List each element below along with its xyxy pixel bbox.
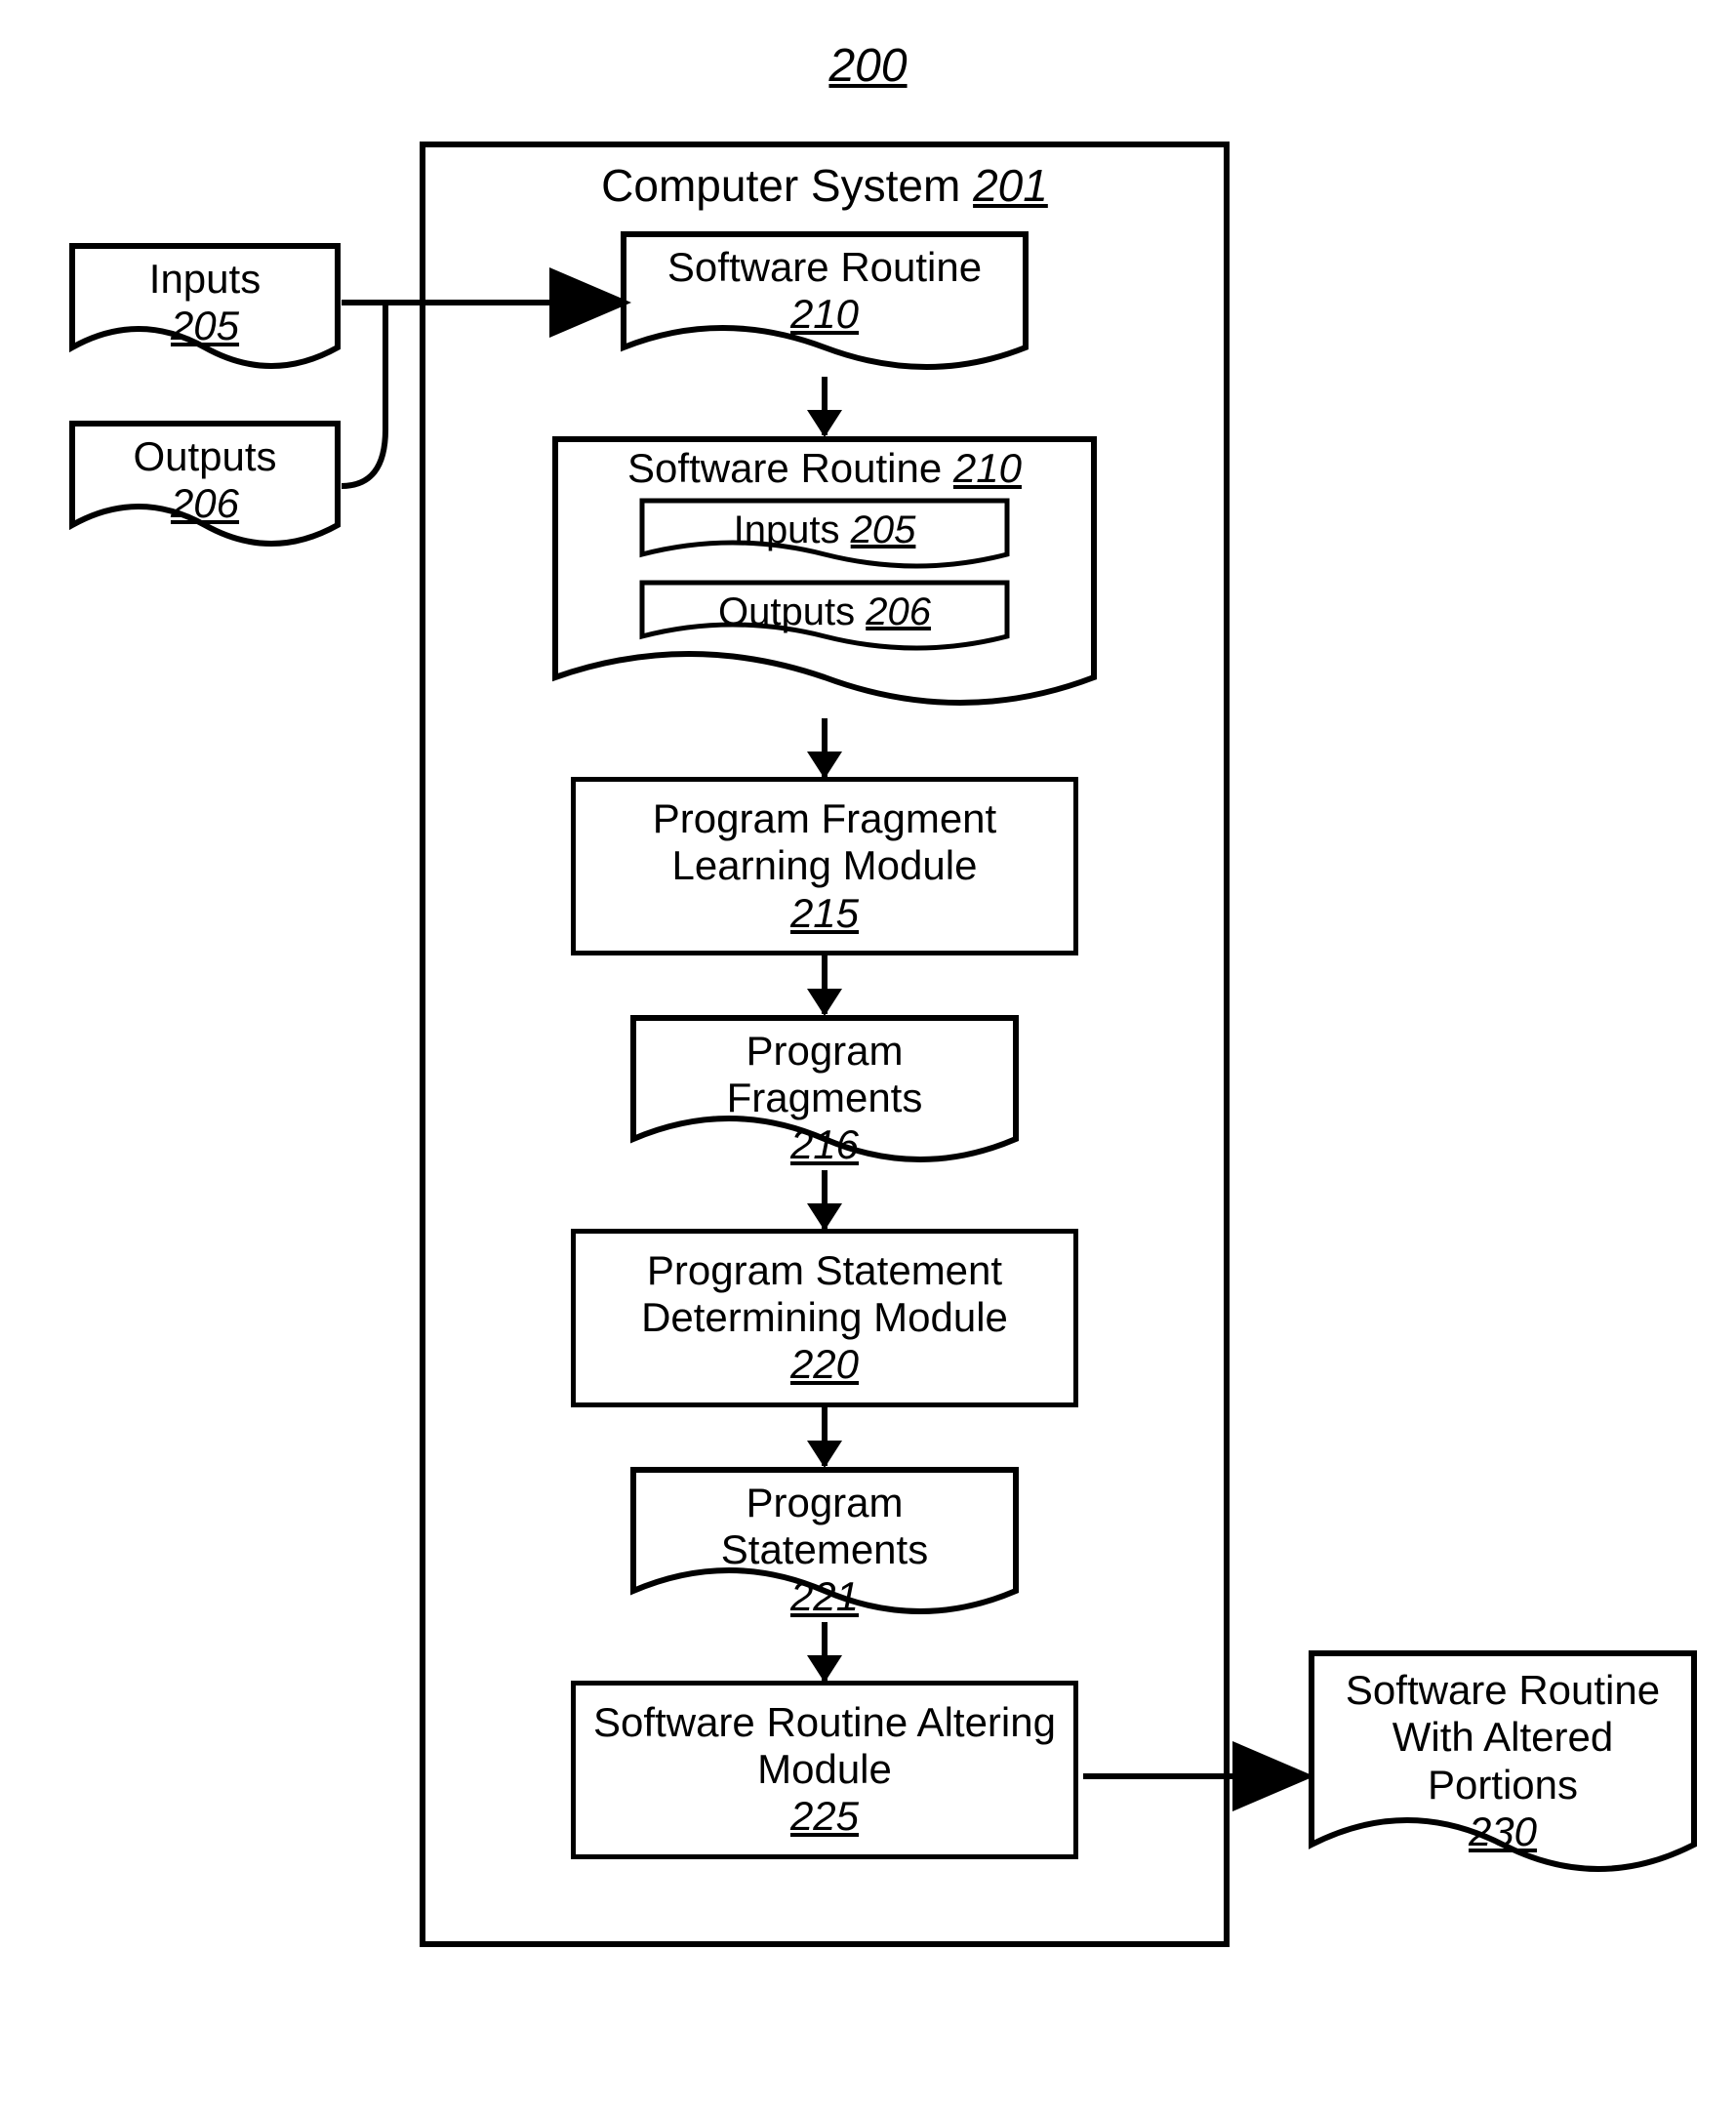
software-routine-node: Software Routine 210 [620, 230, 1029, 377]
program-statements-node: Program Statements 221 [629, 1466, 1020, 1622]
altering-module-ref: 225 [593, 1793, 1056, 1840]
computer-system-box: Computer System 201 Software Routine 210… [420, 142, 1230, 1947]
software-routine-label: Software Routine [637, 244, 1012, 291]
system-title: Computer System 201 [425, 159, 1224, 212]
output-node: Software Routine With Altered Portions 2… [1308, 1649, 1698, 1884]
inputs-node: Inputs 205 [68, 242, 342, 379]
program-fragments-node: Program Fragments 216 [629, 1014, 1020, 1170]
program-statements-ref: 221 [647, 1573, 1002, 1620]
arrow-icon [822, 955, 828, 1014]
arrow-icon [822, 1170, 828, 1229]
statement-determining-label: Program Statement Determining Module [593, 1247, 1056, 1342]
system-title-ref: 201 [973, 160, 1048, 211]
inputs-ref: 205 [86, 303, 324, 349]
system-title-label: Computer System [601, 160, 960, 211]
program-fragments-label: Program Fragments [647, 1028, 1002, 1122]
statement-determining-ref: 220 [593, 1341, 1056, 1388]
outputs-ref: 206 [86, 480, 324, 527]
routine-container-outputs: Outputs 206 [639, 580, 1010, 656]
software-routine-ref: 210 [637, 291, 1012, 338]
arrow-icon [822, 718, 828, 777]
routine-container-title: Software Routine 210 [569, 445, 1080, 492]
altering-module-node: Software Routine Altering Module 225 [571, 1681, 1078, 1859]
altering-module-label: Software Routine Altering Module [593, 1699, 1056, 1794]
program-fragments-ref: 216 [647, 1121, 1002, 1168]
output-label: Software Routine With Altered Portions [1325, 1667, 1680, 1808]
routine-container-inputs: Inputs 205 [639, 498, 1010, 574]
arrow-icon [822, 1622, 828, 1681]
inputs-label: Inputs [86, 256, 324, 303]
output-ref: 230 [1325, 1808, 1680, 1855]
outputs-label: Outputs [86, 433, 324, 480]
statement-determining-node: Program Statement Determining Module 220 [571, 1229, 1078, 1407]
routine-container-node: Software Routine 210 Inputs 205 [551, 435, 1098, 718]
outputs-node: Outputs 206 [68, 420, 342, 556]
fragment-learning-ref: 215 [593, 890, 1056, 937]
figure-number: 200 [828, 39, 907, 93]
fragment-learning-label: Program Fragment Learning Module [593, 795, 1056, 890]
figure-number-text: 200 [828, 40, 907, 92]
program-statements-label: Program Statements [647, 1480, 1002, 1574]
arrow-icon [822, 377, 828, 435]
flow-column: Software Routine 210 Software Routine 21… [425, 230, 1224, 1859]
fragment-learning-node: Program Fragment Learning Module 215 [571, 777, 1078, 955]
arrow-icon [822, 1407, 828, 1466]
